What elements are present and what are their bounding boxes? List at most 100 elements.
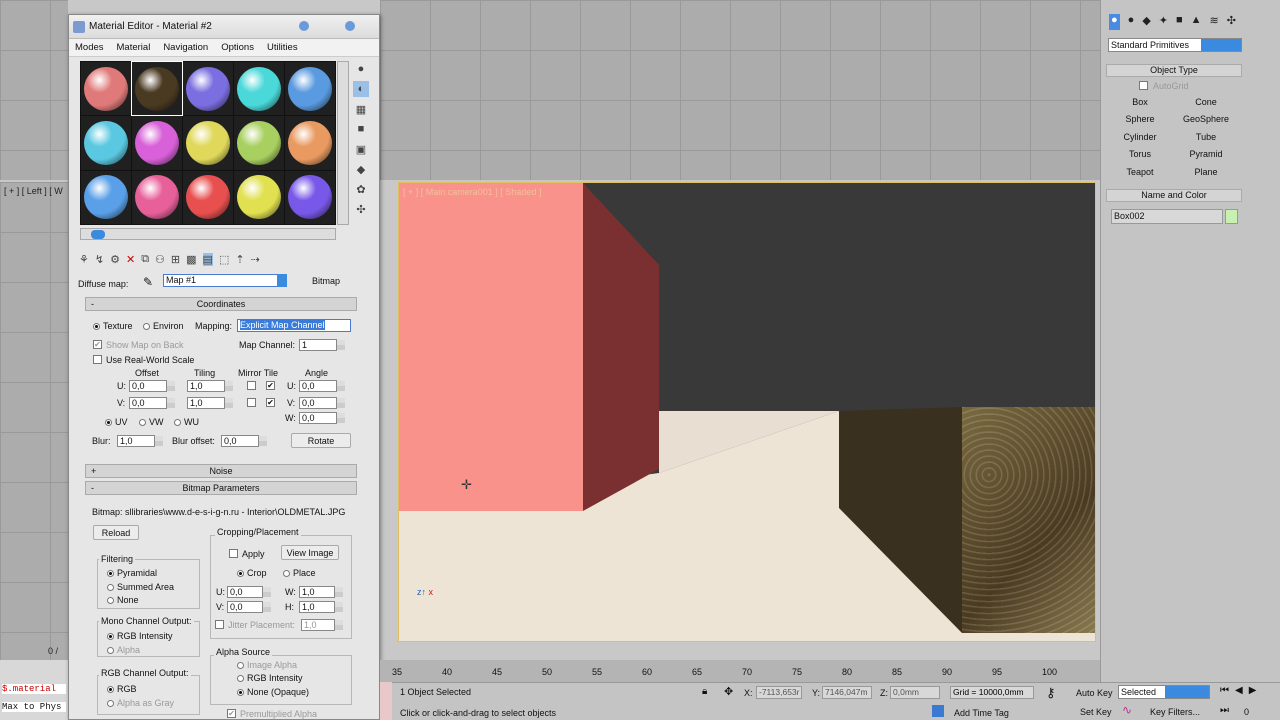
object-type-header[interactable]: Object Type bbox=[1106, 64, 1242, 77]
curve-icon[interactable]: ∿ bbox=[1122, 703, 1132, 717]
reset-icon[interactable]: ✕ bbox=[126, 253, 135, 266]
viewport-top[interactable] bbox=[0, 0, 68, 180]
go-sibling-icon[interactable]: ⇢ bbox=[251, 253, 260, 266]
material-slot[interactable] bbox=[285, 116, 335, 170]
name-color-header[interactable]: Name and Color bbox=[1106, 189, 1242, 202]
premultiplied-checkbox[interactable]: ✔ bbox=[227, 709, 236, 718]
mapping-dropdown[interactable]: Explicit Map Channel bbox=[237, 319, 351, 332]
play-icon[interactable]: ▶︎ bbox=[1249, 685, 1257, 696]
crop-h-spinner[interactable]: 1,0 bbox=[299, 601, 343, 613]
crop-radio[interactable]: Crop bbox=[237, 568, 267, 578]
options-icon[interactable]: ✿ bbox=[353, 181, 369, 197]
cylinder-button[interactable]: Cylinder bbox=[1109, 130, 1171, 144]
x-coord-field[interactable]: -7113,653r bbox=[756, 686, 802, 699]
box-button[interactable]: Box bbox=[1109, 95, 1171, 109]
auto-key-button[interactable]: Auto Key bbox=[1076, 688, 1113, 698]
image-alpha-radio[interactable]: Image Alpha bbox=[237, 660, 297, 670]
pyramid-button[interactable]: Pyramid bbox=[1175, 147, 1237, 161]
material-slot[interactable] bbox=[234, 116, 284, 170]
view-image-button[interactable]: View Image bbox=[281, 545, 339, 560]
systems-icon[interactable]: ✣ bbox=[1227, 14, 1236, 30]
map-name-dropdown[interactable] bbox=[277, 274, 287, 287]
coordinates-rollout-header[interactable]: - Coordinates bbox=[85, 297, 357, 311]
background-icon[interactable]: ▦ bbox=[353, 101, 369, 117]
viewport-left-label[interactable]: [ + ] [ Left ] [ W bbox=[4, 186, 63, 196]
slot-hscroll[interactable] bbox=[80, 228, 336, 240]
minimize-icon[interactable] bbox=[299, 21, 309, 31]
plane-button[interactable]: Plane bbox=[1175, 165, 1237, 179]
map-channel-spinner[interactable]: 1 bbox=[299, 339, 345, 351]
geosphere-button[interactable]: GeoSphere bbox=[1175, 112, 1237, 126]
v-offset-spinner[interactable]: 0,0 bbox=[129, 397, 175, 409]
alpha-as-gray-radio[interactable]: Alpha as Gray bbox=[107, 698, 174, 708]
prev-frame-icon[interactable]: ◀︎ bbox=[1235, 685, 1243, 696]
texture-radio[interactable]: Texture bbox=[93, 321, 133, 331]
lights-icon[interactable]: ✦ bbox=[1159, 14, 1168, 30]
sphere-button[interactable]: Sphere bbox=[1109, 112, 1171, 126]
v-mirror-checkbox[interactable] bbox=[247, 398, 256, 407]
assign-material-icon[interactable]: ⚙ bbox=[110, 253, 120, 266]
torus-button[interactable]: Torus bbox=[1109, 147, 1171, 161]
material-slot[interactable] bbox=[81, 116, 131, 170]
transform-type-icon[interactable]: ✥ bbox=[724, 685, 733, 698]
reload-button[interactable]: Reload bbox=[93, 525, 139, 540]
go-start-icon[interactable]: ⏮ bbox=[1220, 685, 1229, 696]
material-slot[interactable] bbox=[183, 170, 233, 224]
rgb-intensity-radio[interactable]: RGB Intensity bbox=[107, 631, 173, 641]
rgb-intensity2-radio[interactable]: RGB Intensity bbox=[237, 673, 303, 683]
teapot-button[interactable]: Teapot bbox=[1109, 165, 1171, 179]
use-real-world-checkbox[interactable] bbox=[93, 355, 102, 364]
map-name-field[interactable]: Map #1 bbox=[163, 274, 279, 287]
object-color-swatch[interactable] bbox=[1225, 209, 1238, 224]
select-by-material-icon[interactable]: ✣ bbox=[353, 201, 369, 217]
helpers-icon[interactable]: ▲ bbox=[1191, 14, 1202, 30]
material-slot[interactable] bbox=[131, 60, 183, 117]
object-name-field[interactable]: Box002 bbox=[1111, 209, 1223, 224]
z-coord-field[interactable]: 0,0mm bbox=[890, 686, 940, 699]
cameras-icon[interactable]: ■ bbox=[1176, 14, 1183, 30]
get-material-icon[interactable]: ⚘ bbox=[79, 253, 89, 266]
set-key-button[interactable]: Set Key bbox=[1080, 707, 1112, 717]
show-map-on-back-checkbox[interactable]: ✔ bbox=[93, 340, 102, 349]
cone-button[interactable]: Cone bbox=[1175, 95, 1237, 109]
crop-v-spinner[interactable]: 0,0 bbox=[227, 601, 271, 613]
u-offset-spinner[interactable]: 0,0 bbox=[129, 380, 175, 392]
go-parent-icon[interactable]: ⇡ bbox=[235, 253, 244, 266]
menu-navigation[interactable]: Navigation bbox=[163, 42, 208, 53]
noise-rollout-header[interactable]: + Noise bbox=[85, 464, 357, 478]
time-config-icon[interactable]: ⏭ bbox=[1220, 705, 1229, 716]
blur-spinner[interactable]: 1,0 bbox=[117, 435, 163, 447]
make-preview-icon[interactable]: ◆ bbox=[353, 161, 369, 177]
material-slot[interactable] bbox=[132, 170, 182, 224]
key-mode-dropdown[interactable]: Selected bbox=[1118, 685, 1210, 699]
material-slot[interactable] bbox=[183, 116, 233, 170]
w-angle-spinner[interactable]: 0,0 bbox=[299, 412, 345, 424]
eyedropper-icon[interactable]: ✎ bbox=[143, 275, 153, 289]
rotate-button[interactable]: Rotate bbox=[291, 433, 351, 448]
material-slot[interactable] bbox=[81, 170, 131, 224]
create-tab-icon[interactable]: ● bbox=[1109, 14, 1120, 30]
material-slot[interactable] bbox=[183, 62, 233, 116]
add-time-tag[interactable]: Add Time Tag bbox=[954, 708, 1009, 718]
crop-u-spinner[interactable]: 0,0 bbox=[227, 586, 271, 598]
bitmap-path[interactable]: Bitmap: sllibraries\www.d-e-s-i-g-n.ru -… bbox=[92, 507, 354, 517]
material-slot[interactable] bbox=[132, 116, 182, 170]
material-slot[interactable] bbox=[234, 62, 284, 116]
jitter-checkbox[interactable] bbox=[215, 620, 224, 629]
put-library-icon[interactable]: ⊞ bbox=[171, 253, 180, 266]
map-type-button[interactable]: Bitmap bbox=[312, 276, 340, 286]
spacewarps-icon[interactable]: ≋ bbox=[1210, 14, 1219, 30]
rgb-radio[interactable]: RGB bbox=[107, 684, 137, 694]
show-end-result-icon[interactable]: ⬚ bbox=[219, 253, 229, 266]
menu-modes[interactable]: Modes bbox=[75, 42, 104, 53]
effects-channel-icon[interactable]: ▩ bbox=[186, 253, 196, 266]
place-radio[interactable]: Place bbox=[283, 568, 316, 578]
frame-field[interactable]: 0 bbox=[1244, 707, 1249, 717]
v-tile-checkbox[interactable]: ✔ bbox=[266, 398, 275, 407]
make-unique-icon[interactable]: ⚇ bbox=[155, 253, 165, 266]
u-tile-checkbox[interactable]: ✔ bbox=[266, 381, 275, 390]
jitter-spinner[interactable]: 1,0 bbox=[301, 619, 343, 631]
copy-material-icon[interactable]: ⧉ bbox=[141, 253, 149, 266]
none-radio[interactable]: None bbox=[107, 595, 139, 605]
environ-radio[interactable]: Environ bbox=[143, 321, 184, 331]
